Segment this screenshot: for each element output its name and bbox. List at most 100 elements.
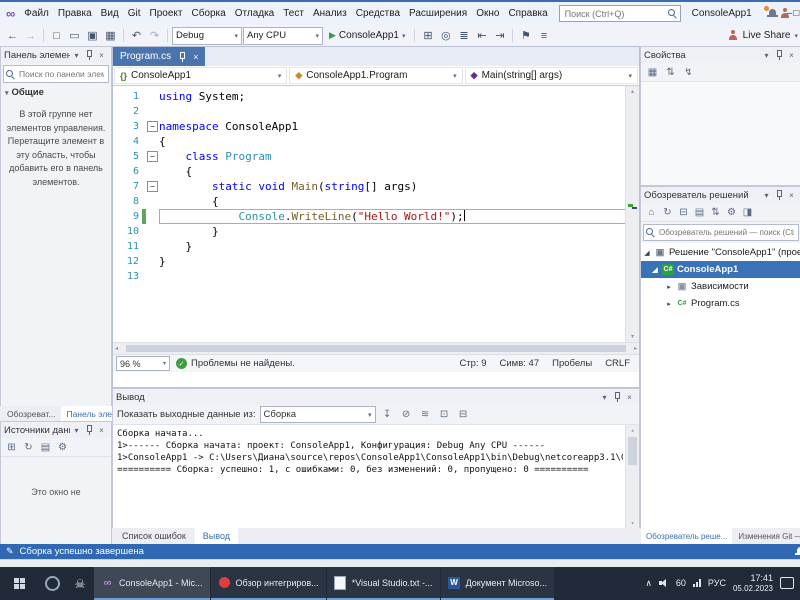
- collapse-all-icon[interactable]: ⊟: [676, 205, 691, 220]
- menu-window[interactable]: Окно: [472, 7, 503, 20]
- start-debugging-button[interactable]: ▶ ConsoleApp1 ▾: [324, 27, 410, 44]
- menu-view[interactable]: Вид: [97, 7, 123, 20]
- skull-app-icon[interactable]: ☠: [66, 567, 94, 600]
- pin-icon[interactable]: [85, 425, 93, 435]
- navigate-back-button[interactable]: ←: [4, 27, 21, 44]
- nav-project-select[interactable]: {} ConsoleApp1 ▾: [114, 67, 287, 84]
- scrollbar-thumb[interactable]: [126, 345, 626, 352]
- taskbar-pinned-app-icon[interactable]: [38, 567, 66, 600]
- fold-collapse-icon[interactable]: [147, 151, 158, 162]
- close-icon[interactable]: ×: [95, 51, 108, 60]
- expanded-arrow-icon[interactable]: ◢: [651, 266, 659, 274]
- find-in-files-button[interactable]: ◎: [437, 27, 454, 44]
- tab-error-list[interactable]: Список ошибок: [114, 528, 194, 544]
- new-item-button[interactable]: ⊞: [419, 27, 436, 44]
- open-file-button[interactable]: ▭: [66, 27, 83, 44]
- scroll-down-icon[interactable]: ▾: [626, 331, 639, 342]
- chevron-down-icon[interactable]: ▾: [760, 51, 773, 60]
- output-vertical-scrollbar[interactable]: ▴ ▾: [625, 425, 639, 529]
- scroll-left-icon[interactable]: ◂: [115, 345, 118, 352]
- events-icon[interactable]: ↯: [681, 65, 696, 80]
- toggle-output-icon[interactable]: ⊡: [437, 407, 452, 422]
- code-line[interactable]: 13: [113, 269, 626, 284]
- code-line[interactable]: 6 {: [113, 164, 626, 179]
- tree-node-project[interactable]: ◢ C# ConsoleApp1: [641, 261, 800, 278]
- editor-vertical-scrollbar[interactable]: ▴ ▾: [625, 86, 639, 342]
- solution-config-select[interactable]: Debug ▾: [172, 27, 242, 45]
- close-icon[interactable]: ×: [623, 393, 636, 402]
- action-center-icon[interactable]: [780, 577, 794, 589]
- scroll-up-icon[interactable]: ▴: [626, 425, 639, 436]
- refresh-icon[interactable]: ↻: [21, 440, 36, 455]
- code-line[interactable]: 10 }: [113, 224, 626, 239]
- chevron-down-icon[interactable]: ▾: [70, 426, 83, 435]
- scrollbar-thumb[interactable]: [628, 437, 637, 465]
- eol-indicator[interactable]: CRLF: [605, 358, 630, 369]
- data-sources-header[interactable]: Источники данных ▾ ×: [1, 422, 111, 438]
- menu-build[interactable]: Сборка: [187, 7, 229, 20]
- battery-indicator[interactable]: 60: [676, 578, 686, 588]
- code-line[interactable]: 12 }: [113, 254, 626, 269]
- menu-help[interactable]: Справка: [504, 7, 551, 20]
- gear-icon[interactable]: ⚙: [55, 440, 70, 455]
- save-button[interactable]: ▣: [84, 27, 101, 44]
- tray-chevron-icon[interactable]: ∧: [645, 578, 652, 589]
- menu-tools[interactable]: Средства: [352, 7, 404, 20]
- code-line[interactable]: 1 using System;: [113, 89, 626, 104]
- tree-node-program-cs[interactable]: ▸ C# Program.cs: [641, 295, 800, 312]
- word-wrap-icon[interactable]: ≋: [418, 407, 433, 422]
- solution-explorer-search[interactable]: [643, 224, 799, 241]
- pin-icon[interactable]: [85, 50, 93, 60]
- expanded-arrow-icon[interactable]: ◢: [643, 249, 651, 257]
- solution-platform-select[interactable]: Any CPU ▾: [243, 27, 323, 45]
- taskbar-app-word[interactable]: W Документ Microso...: [441, 567, 554, 600]
- pin-icon[interactable]: [775, 190, 783, 200]
- sync-icon[interactable]: ⇅: [708, 205, 723, 220]
- menu-debug[interactable]: Отладка: [231, 7, 279, 20]
- menu-extensions[interactable]: Расширения: [405, 7, 471, 20]
- volume-icon[interactable]: [659, 578, 669, 588]
- quick-search[interactable]: [559, 5, 681, 22]
- tab-git-changes[interactable]: Изменения Git — п...: [733, 528, 800, 544]
- tab-output[interactable]: Вывод: [195, 528, 238, 544]
- output-source-select[interactable]: Сборка ▾: [260, 406, 376, 423]
- scroll-to-end-icon[interactable]: ↧: [380, 407, 395, 422]
- zoom-select[interactable]: 96 % ▾: [116, 356, 170, 371]
- tree-node-solution[interactable]: ◢ ▣ Решение "ConsoleApp1" (проекты: 1 из…: [641, 244, 800, 261]
- outdent-button[interactable]: ⇤: [473, 27, 490, 44]
- solution-explorer-header[interactable]: Обозреватель решений ▾ ×: [641, 187, 800, 203]
- home-icon[interactable]: ⌂: [644, 205, 659, 220]
- nav-member-select[interactable]: ◆ Main(string[] args) ▾: [465, 67, 638, 84]
- taskbar-clock[interactable]: 17:41 05.02.2023: [733, 573, 773, 593]
- gear-icon[interactable]: ⚙: [724, 205, 739, 220]
- bookmark-button[interactable]: ⚑: [517, 27, 534, 44]
- toolbox-header[interactable]: Панель элементов ▾ ×: [1, 47, 111, 63]
- new-file-button[interactable]: □: [48, 27, 65, 44]
- toolbox-section-general[interactable]: ▾ Общие: [1, 85, 111, 100]
- code-line[interactable]: 7 static void Main(string[] args): [113, 179, 626, 194]
- notifications-bell-icon[interactable]: [795, 546, 800, 557]
- output-header[interactable]: Вывод ▾ ×: [113, 389, 639, 405]
- comment-button[interactable]: ≣: [455, 27, 472, 44]
- document-tab-program-cs[interactable]: Program.cs ×: [113, 47, 205, 66]
- fold-collapse-icon[interactable]: [147, 181, 158, 192]
- menu-analyze[interactable]: Анализ: [309, 7, 351, 20]
- start-button[interactable]: [0, 567, 38, 600]
- close-icon[interactable]: ×: [785, 191, 798, 200]
- alphabetical-icon[interactable]: ⇅: [663, 65, 678, 80]
- code-line[interactable]: 3 namespace ConsoleApp1: [113, 119, 626, 134]
- code-line[interactable]: 4 {: [113, 134, 626, 149]
- code-line[interactable]: 11 }: [113, 239, 626, 254]
- close-icon[interactable]: ×: [785, 51, 798, 60]
- clear-output-icon[interactable]: ⊘: [399, 407, 414, 422]
- pin-icon[interactable]: [775, 50, 783, 60]
- redo-button[interactable]: ↷: [146, 27, 163, 44]
- show-all-icon[interactable]: ▤: [38, 440, 53, 455]
- spaces-indicator[interactable]: Пробелы: [552, 358, 592, 369]
- refresh-icon[interactable]: ↻: [660, 205, 675, 220]
- show-all-files-icon[interactable]: ▤: [692, 205, 707, 220]
- undo-button[interactable]: ↶: [128, 27, 145, 44]
- navigate-forward-button[interactable]: →: [22, 27, 39, 44]
- taskbar-app-notepad[interactable]: *Visual Studio.txt -...: [327, 567, 440, 600]
- menu-test[interactable]: Тест: [279, 7, 308, 20]
